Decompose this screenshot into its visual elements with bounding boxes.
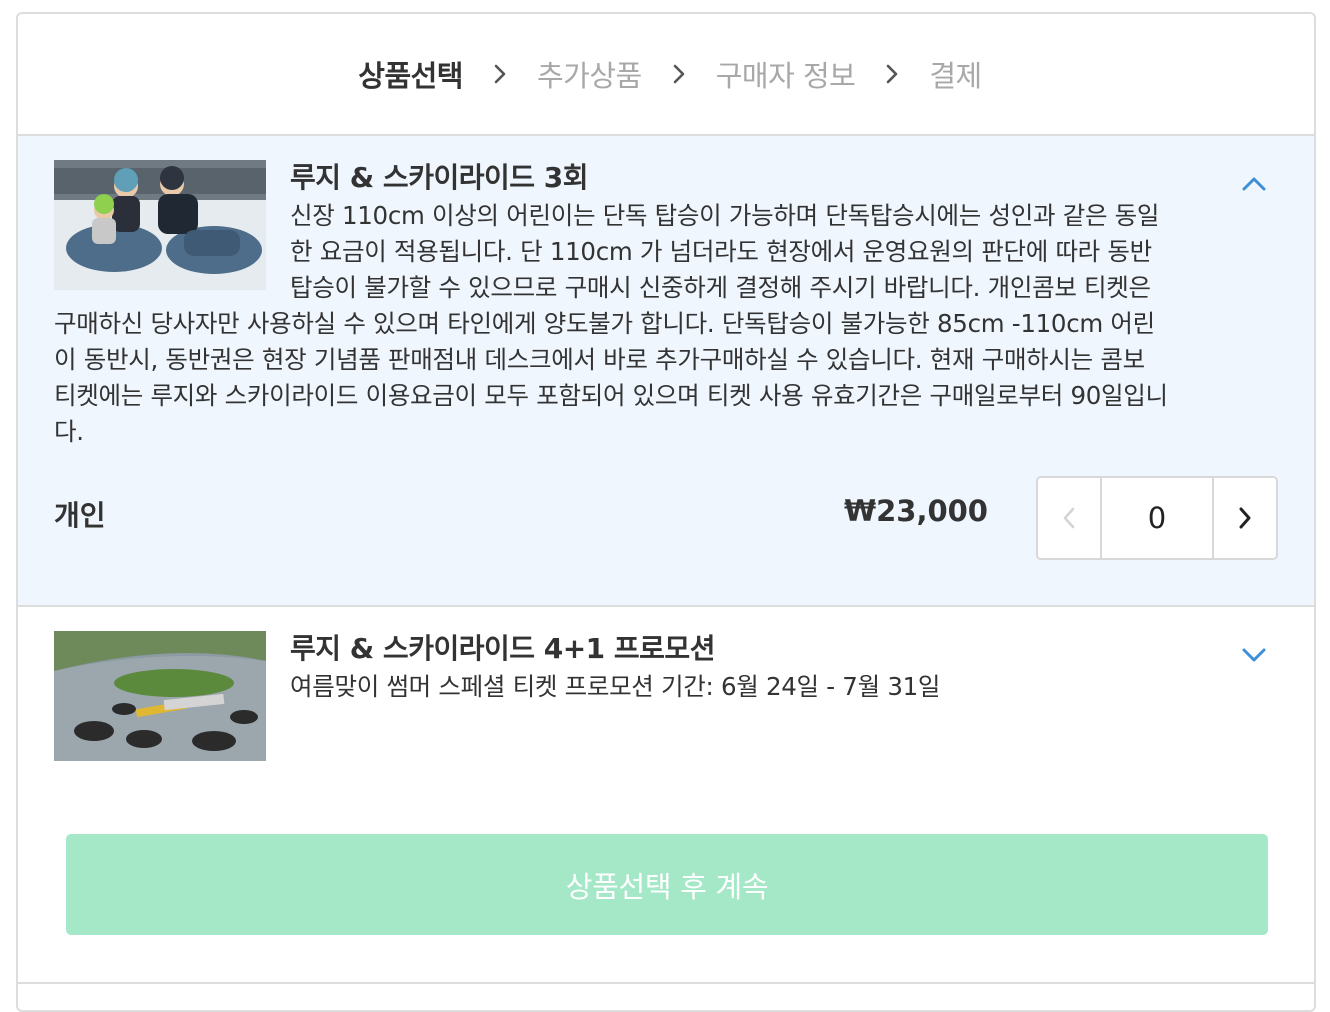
quantity-stepper: 0 — [1036, 476, 1278, 560]
step-add-ons: 추가상품 — [537, 59, 642, 93]
continue-button[interactable]: 상품선택 후 계속 — [66, 834, 1268, 935]
product-item-luge-3[interactable]: 루지 & 스카이라이드 3회 신장 110cm 이상의 어린이는 단독 탑승이 … — [18, 136, 1314, 607]
chevron-right-icon — [885, 63, 899, 85]
step-buyer-info: 구매자 정보 — [715, 59, 856, 93]
option-price: ₩23,000 — [844, 494, 988, 528]
step-product-select: 상품선택 — [358, 59, 463, 93]
decrement-button[interactable] — [1038, 478, 1100, 558]
collapse-toggle[interactable] — [1238, 168, 1270, 200]
product-item-luge-promo[interactable]: 루지 & 스카이라이드 4+1 프로모션 여름맞이 썸머 스페셜 티켓 프로모션… — [18, 607, 1314, 787]
option-label: 개인 — [54, 499, 106, 532]
option-row: 개인 ₩23,000 0 — [54, 476, 1278, 560]
quantity-value[interactable]: 0 — [1100, 478, 1214, 558]
step-payment: 결제 — [929, 59, 982, 93]
chevron-left-icon — [1063, 507, 1075, 529]
chevron-down-icon — [1242, 648, 1266, 662]
chevron-right-icon — [672, 63, 686, 85]
checkout-steps: 상품선택 추가상품 구매자 정보 결제 — [18, 14, 1314, 136]
chevron-up-icon — [1242, 177, 1266, 191]
product-description-block: 루지 & 스카이라이드 3회 신장 110cm 이상의 어린이는 단독 탑승이 … — [54, 158, 1174, 450]
expand-toggle[interactable] — [1238, 639, 1270, 671]
product-description-block: 루지 & 스카이라이드 4+1 프로모션 여름맞이 썸머 스페셜 티켓 프로모션… — [54, 629, 1174, 762]
divider — [18, 982, 1314, 984]
chevron-right-icon — [1239, 507, 1251, 529]
checkout-panel: 상품선택 추가상품 구매자 정보 결제 루지 & 스카이라이드 3회 신장 11… — [16, 12, 1316, 1012]
chevron-right-icon — [493, 63, 507, 85]
increment-button[interactable] — [1214, 478, 1276, 558]
